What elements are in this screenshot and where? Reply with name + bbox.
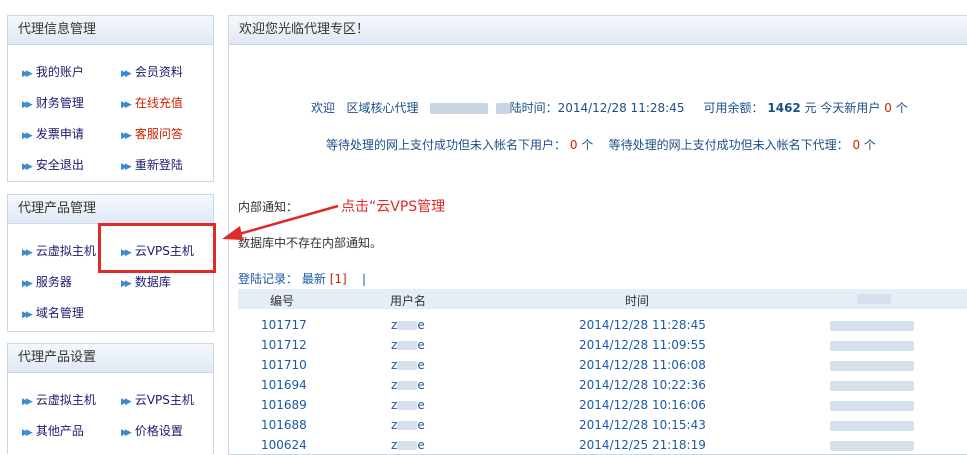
annotation-arrow bbox=[222, 204, 339, 240]
